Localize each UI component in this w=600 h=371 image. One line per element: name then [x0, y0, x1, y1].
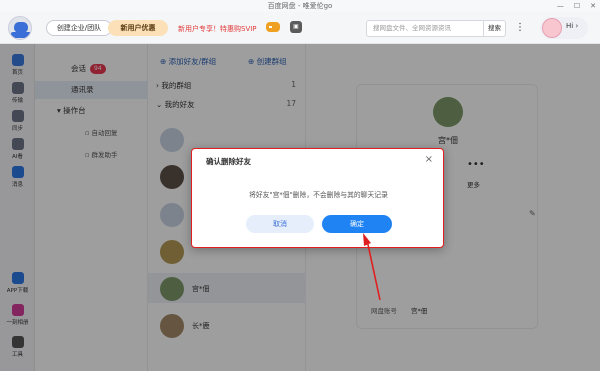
search-button[interactable]: 搜索: [484, 20, 506, 37]
close-icon[interactable]: ×: [425, 154, 433, 165]
confirm-button[interactable]: 确定: [322, 215, 392, 233]
top-bar: 创建企业/团队 新用户优惠 新用户专享！特惠购SVIP ▣ 搜网盘文件、全网资源…: [0, 12, 600, 44]
cancel-button[interactable]: 取消: [246, 215, 314, 233]
search-input[interactable]: 搜网盘文件、全网资源资讯: [366, 20, 484, 37]
greeting-text: Hi ›: [566, 22, 579, 30]
dialog-title: 确认删除好友: [206, 157, 251, 166]
create-enterprise-button[interactable]: 创建企业/团队: [46, 20, 112, 36]
window-title: 百度网盘 - 唯爱伦go: [267, 2, 333, 10]
maximize-icon[interactable]: ☐: [574, 0, 580, 12]
logo-ribbon: [11, 32, 31, 38]
avatar: [542, 18, 562, 38]
window-controls: — ☐ ✕: [557, 0, 596, 12]
app-icon[interactable]: ▣: [290, 21, 302, 33]
delete-friend-dialog: 确认删除好友 × 将好友"宫*佃"删除，不会删除与其的聊天记录 取消 确定: [191, 148, 444, 248]
gamepad-icon[interactable]: [266, 22, 280, 32]
window-titlebar: 百度网盘 - 唯爱伦go — ☐ ✕: [0, 0, 600, 12]
close-window-icon[interactable]: ✕: [590, 0, 596, 12]
user-avatar-chip[interactable]: Hi ›: [540, 17, 588, 39]
newuser-offer-button[interactable]: 新用户优惠: [108, 20, 168, 36]
more-menu-icon[interactable]: ⋮: [514, 22, 526, 36]
dialog-message: 将好友"宫*佃"删除，不会删除与其的聊天记录: [249, 191, 388, 199]
minimize-icon[interactable]: —: [557, 0, 564, 12]
app-logo[interactable]: [8, 16, 32, 40]
svip-promo-link[interactable]: 新用户专享！特惠购SVIP: [178, 24, 257, 34]
